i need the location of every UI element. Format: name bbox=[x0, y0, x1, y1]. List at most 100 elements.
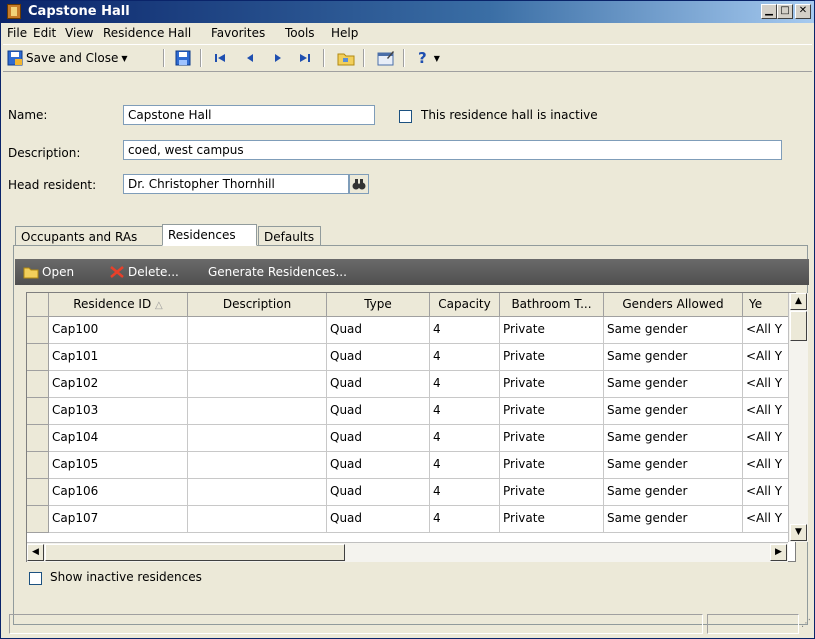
menu-view[interactable]: View bbox=[65, 26, 93, 40]
head-resident-input[interactable]: Dr. Christopher Thornhill bbox=[123, 174, 349, 194]
table-cell[interactable] bbox=[188, 479, 327, 506]
table-cell[interactable] bbox=[188, 371, 327, 398]
table-cell[interactable]: Cap102 bbox=[49, 371, 188, 398]
tab-residences[interactable]: Residences bbox=[162, 224, 257, 246]
table-cell[interactable]: Same gender bbox=[604, 452, 743, 479]
properties-button[interactable] bbox=[377, 48, 395, 68]
table-cell[interactable]: 4 bbox=[430, 371, 500, 398]
scroll-left-button[interactable]: ◀ bbox=[27, 544, 44, 561]
search-head-resident-button[interactable] bbox=[349, 174, 369, 194]
vertical-scroll-thumb[interactable] bbox=[790, 311, 807, 341]
menu-residence-hall[interactable]: Residence Hall bbox=[103, 26, 191, 40]
table-cell[interactable]: Private bbox=[500, 371, 604, 398]
table-cell[interactable]: Private bbox=[500, 452, 604, 479]
column-header-genders-allowed[interactable]: Genders Allowed bbox=[604, 293, 743, 317]
column-header-type[interactable]: Type bbox=[327, 293, 430, 317]
table-cell[interactable]: Cap100 bbox=[49, 317, 188, 344]
menu-tools[interactable]: Tools bbox=[285, 26, 315, 40]
description-input[interactable]: coed, west campus bbox=[123, 140, 782, 160]
table-cell[interactable]: Quad bbox=[327, 425, 430, 452]
minimize-button[interactable]: ▁ bbox=[761, 4, 777, 19]
close-button[interactable]: ✕ bbox=[795, 4, 811, 19]
column-header-residence-id[interactable]: Residence ID △ bbox=[49, 293, 188, 317]
table-cell[interactable]: 4 bbox=[430, 506, 500, 533]
scroll-up-button[interactable]: ▲ bbox=[790, 293, 807, 310]
table-cell[interactable]: Cap105 bbox=[49, 452, 188, 479]
table-cell[interactable]: Quad bbox=[327, 398, 430, 425]
column-header-description[interactable]: Description bbox=[188, 293, 327, 317]
table-cell[interactable]: Quad bbox=[327, 371, 430, 398]
next-record-button[interactable] bbox=[271, 48, 285, 68]
table-cell[interactable] bbox=[188, 398, 327, 425]
table-cell[interactable]: Same gender bbox=[604, 479, 743, 506]
menu-edit[interactable]: Edit bbox=[33, 26, 56, 40]
table-cell[interactable]: Cap103 bbox=[49, 398, 188, 425]
menu-help[interactable]: Help bbox=[331, 26, 358, 40]
row-selector[interactable] bbox=[27, 452, 49, 479]
generate-residences-button[interactable]: Generate Residences... bbox=[208, 265, 347, 279]
open-button[interactable]: Open bbox=[23, 265, 74, 279]
horizontal-scrollbar[interactable]: ◀ ▶ bbox=[27, 542, 788, 562]
resize-grip-icon[interactable]: ⋰ bbox=[801, 618, 811, 629]
table-cell[interactable]: Same gender bbox=[604, 344, 743, 371]
dropdown-arrow-icon[interactable]: ▼ bbox=[121, 54, 127, 63]
last-record-button[interactable] bbox=[298, 48, 312, 68]
row-selector[interactable] bbox=[27, 479, 49, 506]
table-cell[interactable]: Private bbox=[500, 317, 604, 344]
scroll-down-button[interactable]: ▼ bbox=[790, 524, 807, 541]
horizontal-scroll-thumb[interactable] bbox=[45, 544, 345, 561]
table-cell[interactable] bbox=[188, 344, 327, 371]
table-cell[interactable]: 4 bbox=[430, 452, 500, 479]
row-selector[interactable] bbox=[27, 425, 49, 452]
help-dropdown-arrow-icon[interactable]: ▼ bbox=[434, 54, 440, 63]
table-cell[interactable]: 4 bbox=[430, 479, 500, 506]
previous-record-button[interactable] bbox=[243, 48, 257, 68]
save-button[interactable] bbox=[175, 48, 191, 68]
table-cell[interactable]: 4 bbox=[430, 344, 500, 371]
table-cell[interactable]: Cap104 bbox=[49, 425, 188, 452]
table-cell[interactable]: Same gender bbox=[604, 317, 743, 344]
tab-occupants-and-ras[interactable]: Occupants and RAs bbox=[15, 226, 163, 246]
row-selector[interactable] bbox=[27, 506, 49, 533]
table-cell[interactable]: Quad bbox=[327, 344, 430, 371]
table-cell[interactable]: Private bbox=[500, 425, 604, 452]
row-selector[interactable] bbox=[27, 371, 49, 398]
table-cell[interactable]: Cap101 bbox=[49, 344, 188, 371]
table-cell[interactable]: Private bbox=[500, 344, 604, 371]
table-cell[interactable]: Same gender bbox=[604, 398, 743, 425]
row-selector[interactable] bbox=[27, 317, 49, 344]
menu-file[interactable]: File bbox=[7, 26, 27, 40]
table-cell[interactable]: Quad bbox=[327, 479, 430, 506]
help-button[interactable]: ? ▼ bbox=[418, 48, 440, 68]
table-cell[interactable]: Cap106 bbox=[49, 479, 188, 506]
table-cell[interactable] bbox=[188, 425, 327, 452]
save-and-close-button[interactable]: Save and Close ▼ bbox=[7, 48, 128, 68]
menu-favorites[interactable]: Favorites bbox=[211, 26, 265, 40]
maximize-button[interactable]: □ bbox=[777, 4, 793, 19]
delete-button[interactable]: Delete... bbox=[109, 265, 179, 279]
table-cell[interactable]: Same gender bbox=[604, 371, 743, 398]
table-cell[interactable]: Same gender bbox=[604, 506, 743, 533]
title-bar[interactable]: Capstone Hall ▁ □ ✕ bbox=[1, 1, 814, 23]
first-record-button[interactable] bbox=[213, 48, 227, 68]
name-input[interactable]: Capstone Hall bbox=[123, 105, 375, 125]
show-inactive-checkbox[interactable] bbox=[29, 572, 42, 585]
scroll-right-button[interactable]: ▶ bbox=[770, 544, 787, 561]
vertical-scrollbar[interactable]: ▲ ▼ bbox=[788, 293, 808, 542]
table-cell[interactable]: Cap107 bbox=[49, 506, 188, 533]
table-cell[interactable]: 4 bbox=[430, 317, 500, 344]
table-cell[interactable]: Private bbox=[500, 479, 604, 506]
table-cell[interactable]: Quad bbox=[327, 506, 430, 533]
column-header-bathroom-type[interactable]: Bathroom T... bbox=[500, 293, 604, 317]
table-cell[interactable] bbox=[188, 506, 327, 533]
table-cell[interactable] bbox=[188, 452, 327, 479]
table-cell[interactable]: 4 bbox=[430, 425, 500, 452]
row-selector[interactable] bbox=[27, 344, 49, 371]
table-cell[interactable]: Quad bbox=[327, 317, 430, 344]
tab-defaults[interactable]: Defaults bbox=[258, 226, 321, 246]
row-selector[interactable] bbox=[27, 398, 49, 425]
inactive-checkbox[interactable] bbox=[399, 110, 412, 123]
table-cell[interactable]: 4 bbox=[430, 398, 500, 425]
table-cell[interactable] bbox=[188, 317, 327, 344]
table-cell[interactable]: Quad bbox=[327, 452, 430, 479]
